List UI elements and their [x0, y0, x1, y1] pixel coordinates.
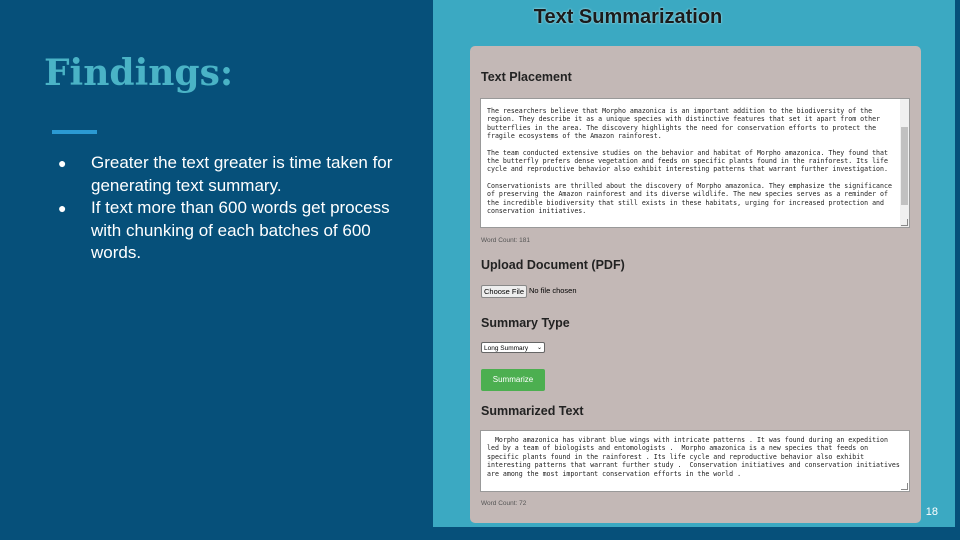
bullet-text: Greater the text greater is time taken f…	[91, 153, 393, 195]
summary-type-value: Long Summary	[484, 345, 529, 352]
bullet-icon: ●	[58, 155, 67, 171]
slide-title: Findings:	[44, 52, 234, 94]
app-title: Text Summarization	[533, 6, 723, 28]
resize-handle[interactable]	[901, 219, 908, 226]
summary-word-count: Word Count: 72	[481, 500, 527, 507]
findings-list: ● Greater the text greater is time taken …	[58, 152, 408, 265]
input-paragraph: The team conducted extensive studies on …	[487, 148, 892, 174]
form-card: Text Placement The researchers believe t…	[470, 46, 921, 523]
page-number: 18	[925, 506, 938, 518]
resize-handle[interactable]	[901, 483, 908, 490]
summary-type-select[interactable]: Long Summary ⌄	[481, 342, 545, 353]
app-screenshot: Text Summarization Text Placement The re…	[433, 0, 955, 527]
text-placement-label: Text Placement	[481, 70, 572, 84]
summarized-text-label: Summarized Text	[481, 404, 584, 418]
title-underline	[52, 130, 97, 134]
slide-text-area: Findings: ● Greater the text greater is t…	[0, 0, 432, 540]
choose-file-button[interactable]: Choose File	[481, 285, 527, 298]
scrollbar-thumb[interactable]	[901, 127, 908, 205]
summary-type-label: Summary Type	[481, 316, 570, 330]
input-paragraph: The researchers believe that Morpho amaz…	[487, 107, 884, 141]
input-paragraph: Conservationists are thrilled about the …	[487, 181, 896, 216]
summary-text: Morpho amazonica has vibrant blue wings …	[487, 436, 904, 478]
summarize-button[interactable]: Summarize	[481, 369, 545, 391]
text-placement-input[interactable]: The researchers believe that Morpho amaz…	[480, 98, 910, 228]
bullet-text: If text more than 600 words get process …	[91, 198, 390, 262]
input-word-count: Word Count: 181	[481, 237, 531, 244]
upload-label: Upload Document (PDF)	[481, 258, 625, 272]
bullet-icon: ●	[58, 200, 67, 216]
list-item: ● Greater the text greater is time taken …	[58, 152, 408, 197]
list-item: ● If text more than 600 words get process…	[58, 197, 408, 265]
file-status: No file chosen	[529, 286, 577, 295]
chevron-down-icon: ⌄	[536, 345, 542, 351]
text-input-scrollbar[interactable]	[900, 99, 909, 227]
summarized-text-output[interactable]: Morpho amazonica has vibrant blue wings …	[480, 430, 910, 492]
